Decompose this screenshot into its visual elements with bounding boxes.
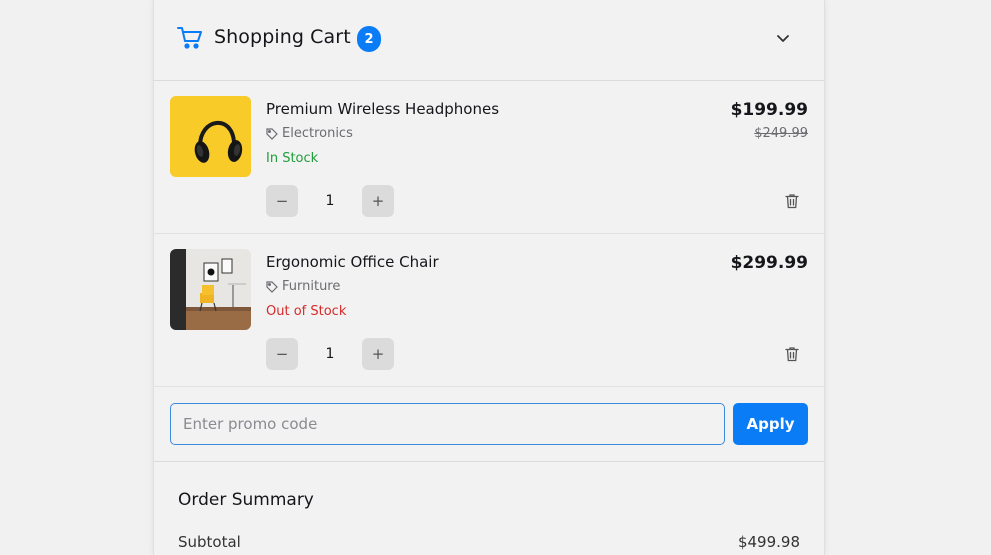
item-category: Electronics [266,126,353,141]
item-category: Furniture [266,279,340,294]
tag-icon [266,127,278,140]
cart-title: Shopping Cart [214,26,351,48]
decrease-quantity-button[interactable]: − [266,185,298,217]
product-image-office-chair[interactable] [170,249,251,330]
item-category-label: Furniture [282,279,341,294]
remove-item-button[interactable] [782,344,802,364]
cart-icon [177,26,203,50]
subtotal-value: $499.98 [737,533,800,551]
subtotal-label: Subtotal [178,533,241,551]
cart-item: Premium Wireless Headphones Electronics … [154,81,824,234]
quantity-value: 1 [325,193,335,209]
item-name[interactable]: Premium Wireless Headphones [266,100,499,118]
item-price: $199.99 [730,100,808,120]
remove-item-button[interactable] [782,191,802,211]
item-original-price: $249.99 [754,126,808,141]
cart-item: Ergonomic Office Chair Furniture Out of … [154,234,824,387]
item-category-label: Electronics [282,126,353,141]
decrease-quantity-button[interactable]: − [266,338,298,370]
product-image-headphones[interactable] [170,96,251,177]
stock-status: In Stock [266,151,319,166]
item-name[interactable]: Ergonomic Office Chair [266,253,439,271]
increase-quantity-button[interactable]: + [362,185,394,217]
trash-icon [785,194,799,209]
promo-code-input[interactable] [170,403,725,445]
apply-promo-button[interactable]: Apply [733,403,808,445]
shopping-cart-panel: Shopping Cart 2 Premium Wireless Headpho… [153,0,825,555]
trash-icon [785,347,799,362]
item-price: $299.99 [730,253,808,273]
cart-header: Shopping Cart 2 [154,0,824,81]
subtotal-row: Subtotal $499.98 [178,533,800,551]
collapse-button[interactable] [770,26,796,52]
quantity-value: 1 [325,346,335,362]
chevron-down-icon [777,35,789,42]
tag-icon [266,280,278,293]
cart-count-badge: 2 [357,26,381,52]
stock-status: Out of Stock [266,304,347,319]
increase-quantity-button[interactable]: + [362,338,394,370]
promo-code-section: Apply [154,387,824,462]
order-summary-title: Order Summary [178,490,314,510]
